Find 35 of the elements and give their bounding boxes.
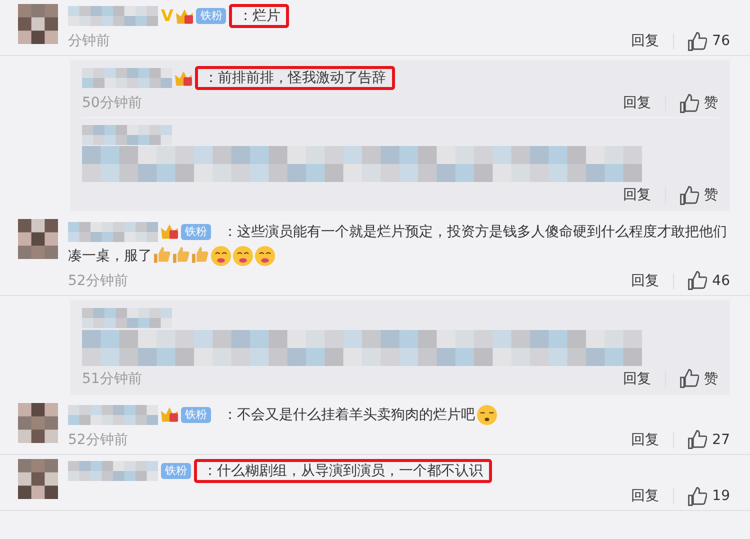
reply-link[interactable]: 回复	[623, 186, 651, 204]
fan-badge: 铁粉	[181, 224, 211, 240]
like-button[interactable]: 赞	[680, 369, 718, 388]
thumbs-up-icon	[688, 32, 708, 51]
thumbs-up-icon	[688, 271, 708, 290]
reply-link[interactable]: 回复	[631, 272, 660, 290]
like-button[interactable]: 19	[688, 486, 730, 506]
reply-link[interactable]: 回复	[623, 370, 651, 388]
thumbs-up-icon	[688, 486, 708, 506]
timestamp: 51分钟前	[82, 370, 142, 387]
like-button[interactable]: 赞	[680, 94, 718, 113]
comment-text: ：前排前排，怪我激动了告辞	[195, 66, 395, 90]
comment-text: ：烂片	[229, 4, 290, 28]
fan-badge: 铁粉	[181, 406, 211, 423]
like-button[interactable]: 76	[688, 32, 730, 51]
fan-badge: 铁粉	[196, 8, 226, 24]
comment-text: ：不会又是什么挂着羊头卖狗肉的烂片吧	[214, 402, 506, 427]
thumbs-up-icon	[688, 430, 708, 450]
timestamp: 50分钟前	[82, 95, 142, 112]
like-button[interactable]: 46	[688, 271, 730, 290]
thumbs-up-icon	[680, 94, 699, 113]
reply-link[interactable]: 回复	[631, 487, 660, 506]
like-button[interactable]: 赞	[680, 186, 718, 205]
comment-text: ：什么糊剧组，从导演到演员，一个都不认识	[194, 459, 492, 484]
thumbs-up-icon	[680, 186, 699, 205]
reply-link[interactable]: 回复	[623, 94, 651, 112]
timestamp: 52分钟前	[68, 432, 128, 448]
reply-link[interactable]: 回复	[631, 32, 660, 50]
timestamp: 分钟前	[68, 33, 110, 50]
like-button[interactable]: 27	[688, 430, 730, 450]
verified-mark: V	[161, 7, 174, 26]
thumbs-up-icon	[680, 369, 699, 388]
timestamp: 52分钟前	[68, 272, 128, 289]
reply-link[interactable]: 回复	[631, 430, 660, 449]
fan-badge: 铁粉	[161, 463, 191, 480]
